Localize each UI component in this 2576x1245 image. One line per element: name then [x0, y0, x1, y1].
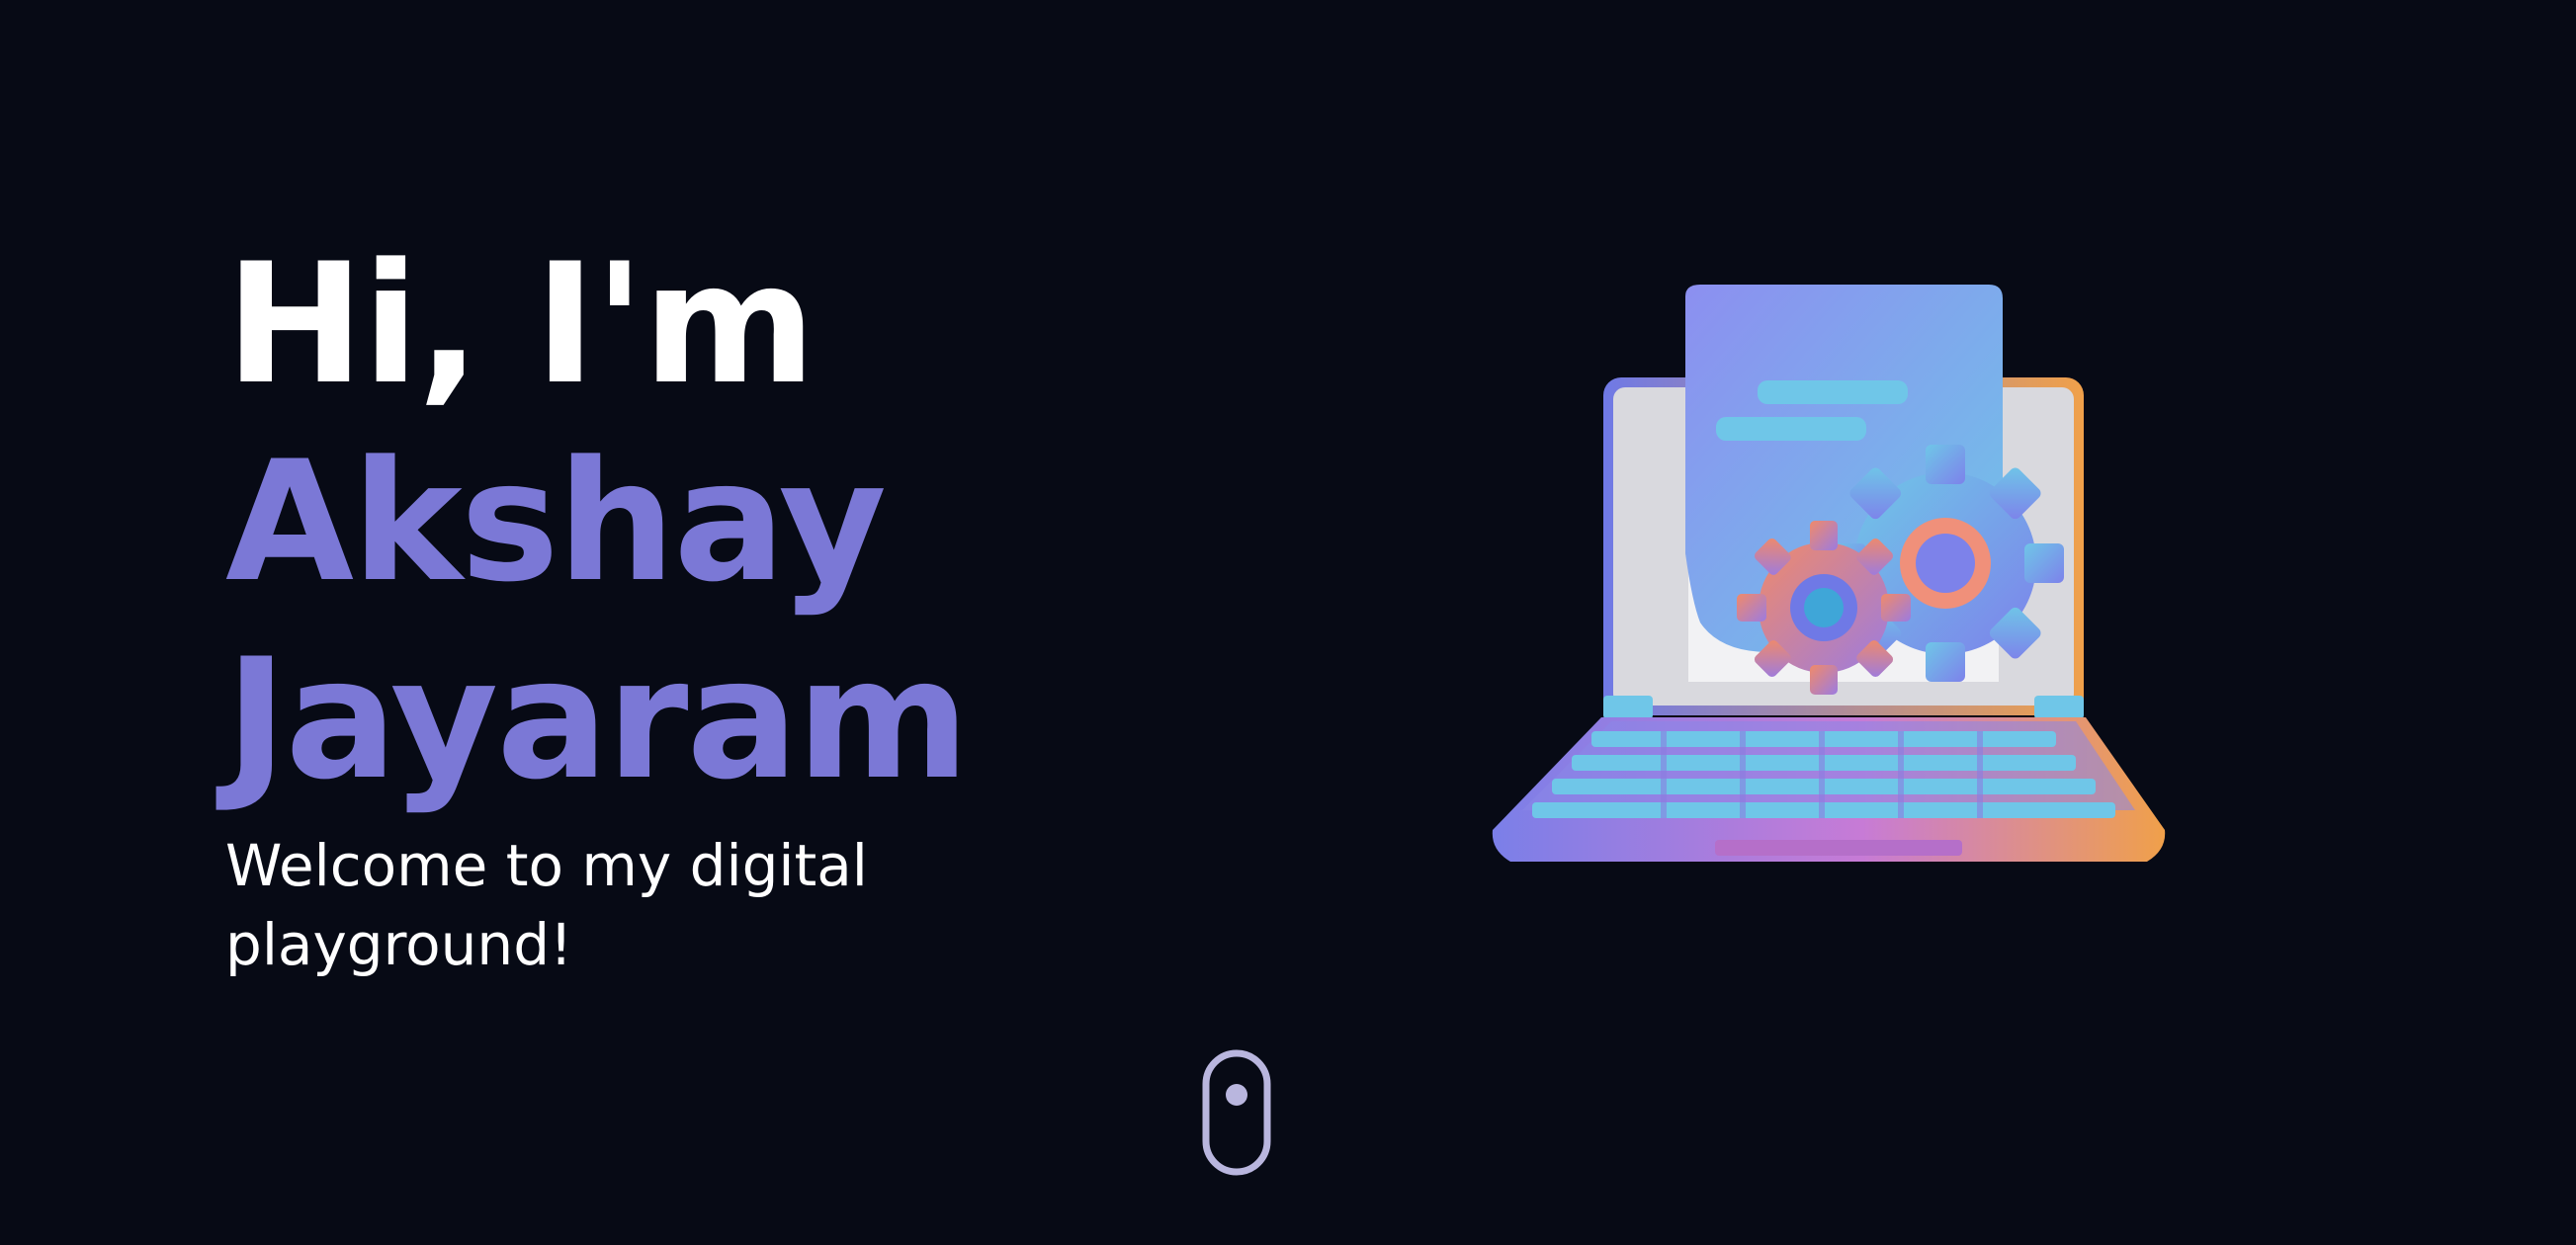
tagline: Welcome to my digital playground!	[225, 832, 868, 978]
name-first: Akshay	[225, 425, 887, 619]
laptop-with-gears-icon	[1483, 158, 2204, 909]
hero-section: Hi, I'm Akshay Jayaram Welcome to my dig…	[225, 225, 1214, 984]
greeting-heading: Hi, I'm	[225, 227, 816, 421]
name-last: Jayaram	[225, 622, 970, 816]
mouse-scroll-icon[interactable]	[1202, 1049, 1271, 1176]
